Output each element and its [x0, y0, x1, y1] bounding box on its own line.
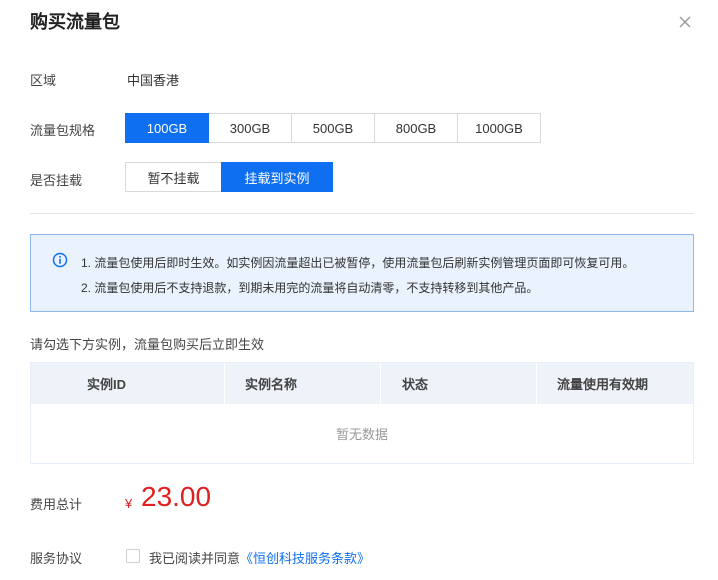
instance-table: 实例ID 实例名称 状态 流量使用有效期 暂无数据	[30, 362, 694, 464]
dialog-title: 购买流量包	[30, 12, 120, 32]
mount-label: 是否挂载	[30, 173, 83, 188]
info-icon	[52, 252, 68, 268]
agreement-text: 我已阅读并同意《恒创科技服务条款》	[149, 548, 370, 567]
notice-line-2: 2. 流量包使用后不支持退款，到期未用完的流量将自动清零，不支持转移到其他产品。	[81, 281, 539, 295]
spec-option-800gb[interactable]: 800GB	[374, 113, 458, 143]
spec-option-300gb[interactable]: 300GB	[208, 113, 292, 143]
package-spec-label: 流量包规格	[30, 123, 96, 138]
spec-option-500gb[interactable]: 500GB	[291, 113, 375, 143]
notice-box: 1. 流量包使用后即时生效。如实例因流量超出已被暂停，使用流量包后刷新实例管理页…	[30, 234, 694, 312]
table-empty-text: 暂无数据	[335, 427, 388, 442]
mount-option-no[interactable]: 暂不挂载	[125, 162, 222, 192]
region-value: 中国香港	[127, 73, 180, 88]
mount-option-instance[interactable]: 挂载到实例	[221, 162, 333, 192]
region-label: 区域	[30, 73, 57, 88]
spec-option-100gb[interactable]: 100GB	[125, 113, 209, 143]
package-spec-selector: 100GB 300GB 500GB 800GB 1000GB	[125, 113, 541, 143]
section-divider	[30, 213, 694, 214]
instruction-text: 请勾选下方实例，流量包购买后立即生效	[30, 337, 265, 352]
col-status: 状态	[402, 377, 429, 392]
total-price: 23.00	[141, 481, 212, 512]
col-instance-name: 实例名称	[245, 377, 298, 392]
agreement-checkbox[interactable]	[126, 549, 140, 563]
cost-label: 费用总计	[30, 497, 83, 512]
table-header: 实例ID 实例名称 状态 流量使用有效期	[31, 363, 693, 404]
col-validity: 流量使用有效期	[557, 377, 649, 392]
col-instance-id: 实例ID	[87, 377, 127, 392]
spec-option-1000gb[interactable]: 1000GB	[457, 113, 541, 143]
mount-selector: 暂不挂载 挂载到实例	[125, 162, 333, 192]
agreement-label: 服务协议	[30, 551, 83, 566]
close-icon[interactable]	[676, 13, 694, 31]
terms-link[interactable]: 《恒创科技服务条款》	[240, 551, 370, 566]
notice-line-1: 1. 流量包使用后即时生效。如实例因流量超出已被暂停，使用流量包后刷新实例管理页…	[81, 256, 635, 270]
agreement-prefix: 我已阅读并同意	[149, 551, 241, 566]
currency-symbol: ¥	[125, 496, 133, 511]
